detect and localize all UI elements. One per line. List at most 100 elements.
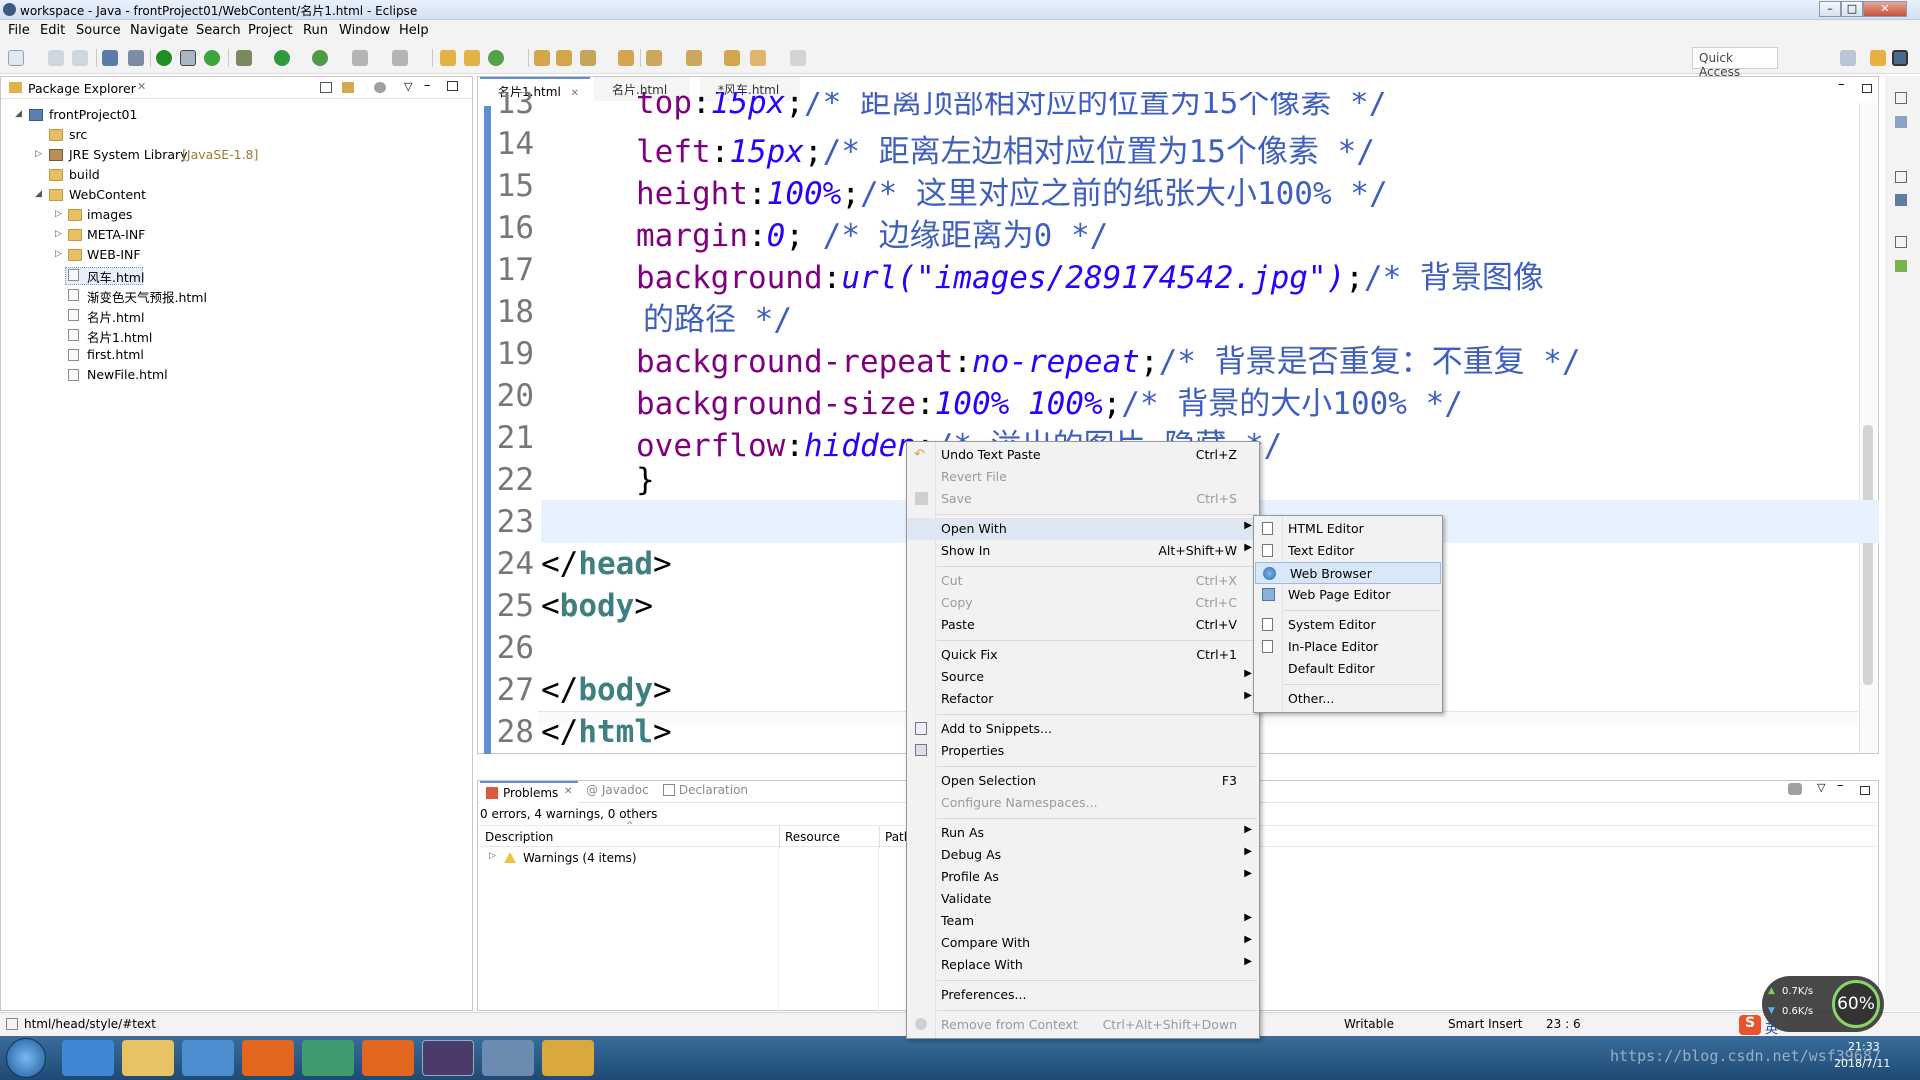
next-annotation-icon[interactable] <box>646 50 662 66</box>
menu-quick-fix[interactable]: Quick Fix Ctrl+1 <box>907 644 1259 666</box>
menu-undo-text-paste[interactable]: ↶ Undo Text Paste Ctrl+Z <box>907 444 1259 466</box>
firefox-taskbar-icon[interactable] <box>242 1040 294 1076</box>
code-line-14[interactable]: left:15px;/* 距离左边相对应位置为15个像素 */ <box>636 126 1375 171</box>
server-icon[interactable] <box>156 50 172 66</box>
stop-icon[interactable] <box>352 50 368 66</box>
menu-project[interactable]: Project <box>248 23 292 38</box>
restore-icon[interactable] <box>1895 92 1907 104</box>
menu-cut[interactable]: Cut Ctrl+X <box>907 570 1259 592</box>
code-line-24[interactable]: </head> <box>541 546 672 582</box>
start-button[interactable] <box>6 1038 46 1078</box>
menu-debug-as[interactable]: Debug As ▶ <box>907 844 1259 866</box>
submenu-in-place-editor[interactable]: In-Place Editor <box>1254 636 1442 658</box>
submenu-html-editor[interactable]: HTML Editor <box>1254 518 1442 540</box>
expand-arrow-icon[interactable]: ◢ <box>35 189 42 199</box>
java-perspective-icon[interactable] <box>1892 50 1908 66</box>
code-line-18[interactable]: 的路径 */ <box>643 294 792 339</box>
eclipse-taskbar-icon[interactable] <box>422 1040 474 1076</box>
palette-icon[interactable] <box>1895 260 1907 272</box>
maximize-editor-icon[interactable] <box>1862 84 1872 93</box>
outline-icon[interactable] <box>1895 116 1907 128</box>
code-line-25[interactable]: <body> <box>541 588 653 624</box>
menu-source[interactable]: Source <box>76 23 121 38</box>
submenu-text-editor[interactable]: Text Editor <box>1254 540 1442 562</box>
ie-taskbar-icon[interactable] <box>62 1040 114 1076</box>
tab-problems[interactable]: Problems ✕ <box>480 781 578 803</box>
expand-arrow-icon[interactable]: ▷ <box>489 851 496 861</box>
view-menu-icon[interactable]: ▽ <box>1817 781 1825 794</box>
link-editor-icon[interactable] <box>342 82 354 93</box>
minimize-view-icon[interactable]: – <box>424 78 431 93</box>
collapse-all-icon[interactable] <box>320 82 332 93</box>
menu-file[interactable]: File <box>8 23 30 38</box>
code-line-17[interactable]: background:url("images/289174542.jpg");/… <box>636 252 1544 297</box>
menu-copy[interactable]: Copy Ctrl+C <box>907 592 1259 614</box>
submenu-web-browser[interactable]: Web Browser <box>1255 562 1441 584</box>
prev-annotation-icon[interactable] <box>686 50 702 66</box>
close-tab-icon[interactable]: ✕ <box>571 88 579 99</box>
code-line-15[interactable]: height:100%;/* 这里对应之前的纸张大小100% */ <box>636 168 1388 213</box>
column-resource[interactable]: Resource <box>785 830 840 844</box>
coverage-icon[interactable] <box>312 50 328 66</box>
menu-window[interactable]: Window <box>339 23 390 38</box>
focus-icon[interactable] <box>374 82 386 93</box>
menu-run-as[interactable]: Run As ▶ <box>907 822 1259 844</box>
toggle-view-icon[interactable] <box>180 50 196 66</box>
restore-icon[interactable] <box>1895 236 1907 248</box>
menu-open-with[interactable]: Open With ▶ <box>907 518 1259 540</box>
menu-search[interactable]: Search <box>196 23 241 38</box>
forward-icon[interactable] <box>790 50 806 66</box>
submenu-system-editor[interactable]: System Editor <box>1254 614 1442 636</box>
view-menu-icon[interactable]: ▽ <box>404 80 412 93</box>
menu-refactor[interactable]: Refactor ▶ <box>907 688 1259 710</box>
network-speed-widget[interactable]: ▲ 0.7K/s ▼ 0.6K/s 60% <box>1762 976 1884 1032</box>
debug-icon[interactable] <box>236 50 252 66</box>
expand-arrow-icon[interactable]: ◢ <box>15 109 22 119</box>
code-line-19[interactable]: background-repeat:no-repeat;/* 背景是否重复：不重… <box>636 336 1581 381</box>
new-class-icon[interactable] <box>488 50 504 66</box>
collapse-arrow-icon[interactable]: ▷ <box>55 209 62 219</box>
menu-profile-as[interactable]: Profile As ▶ <box>907 866 1259 888</box>
submenu-other[interactable]: Other... <box>1254 688 1442 710</box>
close-view-icon[interactable]: ✕ <box>137 80 146 93</box>
code-line-27[interactable]: </body> <box>541 672 672 708</box>
menu-show-in[interactable]: Show In Alt+Shift+W ▶ <box>907 540 1259 562</box>
menu-replace-with[interactable]: Replace With ▶ <box>907 954 1259 976</box>
menu-revert-file[interactable]: Revert File <box>907 466 1259 488</box>
open-type-icon[interactable] <box>534 50 550 66</box>
menu-compare-with[interactable]: Compare With ▶ <box>907 932 1259 954</box>
run-icon[interactable] <box>274 50 290 66</box>
open-task-icon[interactable] <box>618 50 634 66</box>
open-folder-icon[interactable] <box>556 50 572 66</box>
new-project-icon[interactable] <box>440 50 456 66</box>
menu-paste[interactable]: Paste Ctrl+V <box>907 614 1259 636</box>
minimize-view-icon[interactable]: – <box>1837 778 1844 793</box>
java-ee-perspective-icon[interactable] <box>1870 50 1886 66</box>
close-tab-icon[interactable]: ✕ <box>564 786 572 797</box>
menu-remove-from-context[interactable]: Remove from Context Ctrl+Alt+Shift+Down <box>907 1014 1259 1036</box>
column-description[interactable]: Description <box>485 830 553 844</box>
sogou-ime-icon[interactable]: S <box>1739 1015 1761 1035</box>
tab-declaration[interactable]: Declaration <box>663 783 748 797</box>
firefox-taskbar-icon[interactable] <box>362 1040 414 1076</box>
new-package-icon[interactable] <box>464 50 480 66</box>
menu-edit[interactable]: Edit <box>40 23 65 38</box>
vertical-scrollbar-thumb[interactable] <box>1863 425 1873 685</box>
save-icon[interactable] <box>48 50 64 66</box>
menu-run[interactable]: Run <box>303 23 328 38</box>
menu-save[interactable]: Save Ctrl+S <box>907 488 1259 510</box>
back-icon[interactable] <box>750 50 766 66</box>
folder-taskbar-icon[interactable] <box>542 1040 594 1076</box>
menu-add-to-snippets[interactable]: Add to Snippets... <box>907 718 1259 740</box>
menu-navigate[interactable]: Navigate <box>130 23 188 38</box>
collapse-arrow-icon[interactable]: ▷ <box>55 249 62 259</box>
refresh-icon[interactable] <box>204 50 220 66</box>
collapse-arrow-icon[interactable]: ▷ <box>55 229 62 239</box>
code-line-28[interactable]: </html> <box>541 714 672 750</box>
view-menu-icon[interactable] <box>1788 783 1802 795</box>
close-button[interactable]: ✕ <box>1863 1 1907 17</box>
terminal-icon[interactable] <box>102 50 118 66</box>
code-line-16[interactable]: margin:0; /* 边缘距离为0 */ <box>636 210 1108 255</box>
maximize-view-icon[interactable] <box>1860 786 1870 795</box>
edge-taskbar-icon[interactable] <box>182 1040 234 1076</box>
